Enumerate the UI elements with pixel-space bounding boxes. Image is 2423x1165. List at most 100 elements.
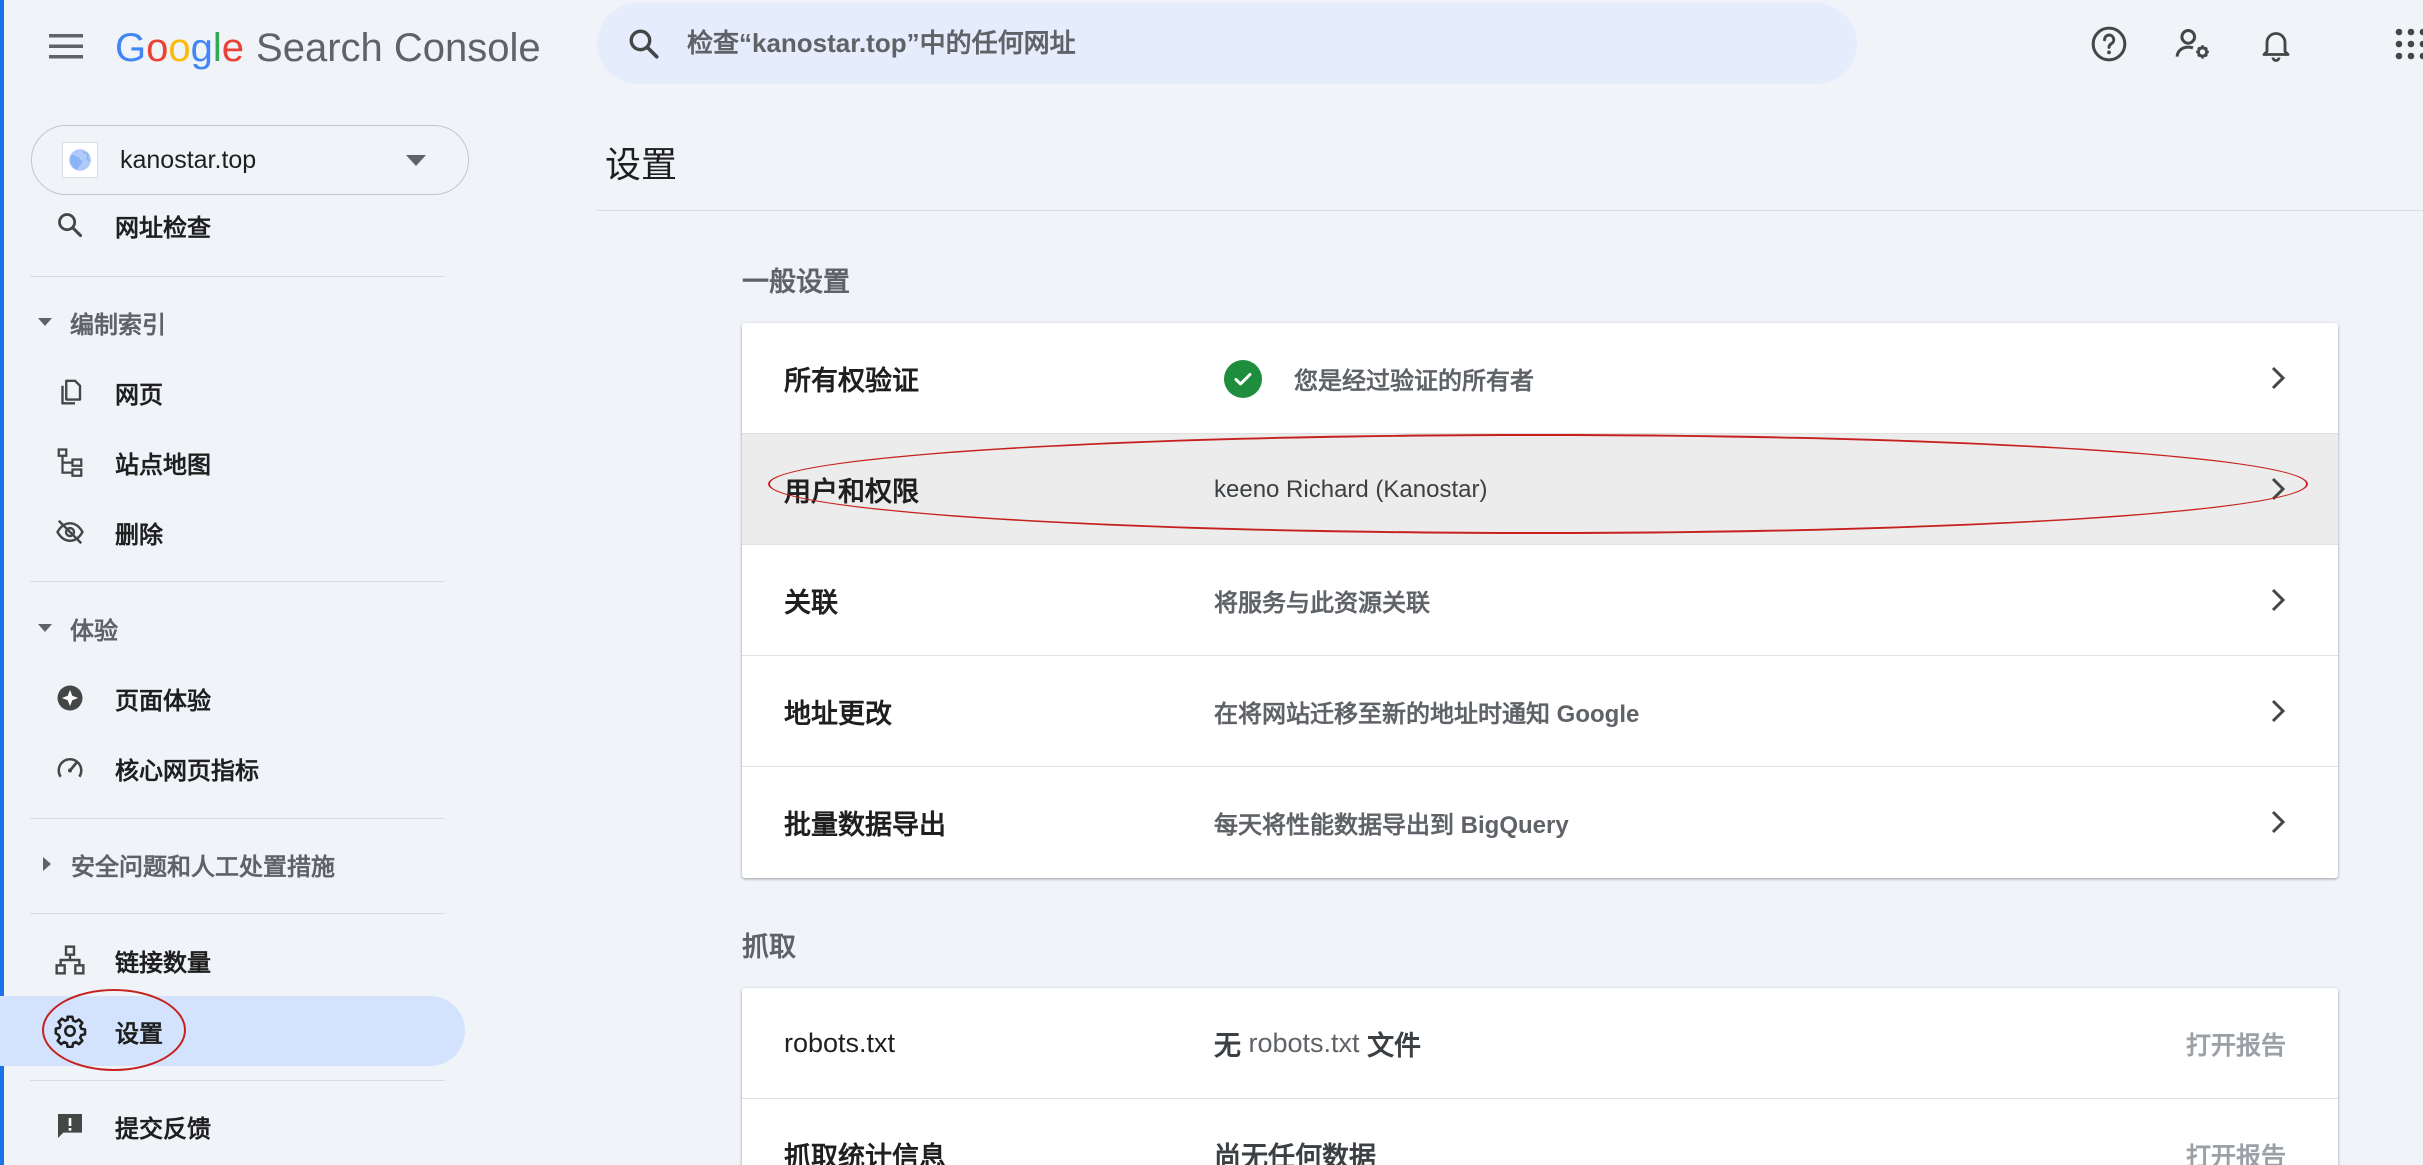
chevron-right-icon — [2260, 693, 2296, 729]
sidebar-item-label: 提交反馈 — [115, 1115, 211, 1143]
chevron-right-icon — [2260, 360, 2296, 396]
row-description: 您是经过验证的所有者 — [1216, 323, 1534, 434]
manage-accounts-icon — [2175, 29, 2209, 59]
search-console-logo[interactable]: Google Search Console — [115, 20, 541, 76]
settings-row-robots-txt[interactable]: robots.txt 无 robots.txt 文件 打开报告 — [742, 988, 2338, 1099]
settings-row-users-permissions[interactable]: 用户和权限 keeno Richard (Kanostar) — [742, 434, 2338, 545]
sitemap-icon — [52, 444, 88, 480]
help-icon — [2091, 26, 2127, 62]
sidebar-item-links[interactable]: 链接数量 — [0, 925, 465, 995]
property-selector[interactable]: kanostar.top — [31, 125, 469, 195]
bell-icon — [2262, 32, 2290, 62]
row-title: 地址更改 — [784, 699, 892, 729]
sidebar-item-label: 核心网页指标 — [115, 757, 259, 785]
chevron-right-icon — [2260, 804, 2296, 840]
crawl-heading: 抓取 — [742, 932, 796, 962]
sidebar-item-label: 设置 — [115, 1020, 163, 1048]
logo-letter: G — [115, 25, 147, 70]
row-title: 抓取统计信息 — [784, 1142, 946, 1165]
main-menu-button[interactable] — [40, 20, 92, 72]
settings-row-change-of-address[interactable]: 地址更改 在将网站迁移至新的地址时通知 Google — [742, 656, 2338, 767]
sidebar-section-label: 编制索引 — [70, 311, 166, 339]
general-settings-heading: 一般设置 — [742, 267, 850, 297]
row-title: 所有权验证 — [784, 366, 919, 396]
page-title: 设置 — [605, 144, 678, 185]
apps-button[interactable] — [2383, 16, 2423, 72]
logo-letter: e — [221, 25, 245, 70]
sidebar-divider — [30, 818, 445, 819]
row-description: keeno Richard (Kanostar) — [1214, 475, 1488, 503]
row-description: 无 robots.txt 文件 — [1214, 988, 1421, 1099]
row-title: robots.txt — [784, 1028, 896, 1058]
settings-row-crawl-stats[interactable]: 抓取统计信息 尚无任何数据 打开报告 — [742, 1099, 2338, 1165]
crawl-settings-card: robots.txt 无 robots.txt 文件 打开报告 抓取统计信息 尚… — [742, 988, 2338, 1165]
property-name: kanostar.top — [120, 145, 257, 174]
verified-check-icon — [1224, 359, 1262, 398]
gear-icon — [52, 1013, 88, 1049]
sidebar-item-label: 网页 — [115, 381, 163, 409]
sidebar-item-feedback[interactable]: 提交反馈 — [0, 1091, 465, 1161]
row-title: 批量数据导出 — [784, 810, 946, 840]
hamburger-icon — [49, 34, 83, 59]
row-description-text: 您是经过验证的所有者 — [1294, 368, 1534, 395]
page-experience-icon — [52, 680, 88, 716]
sidebar-divider — [30, 1080, 445, 1081]
row-description-prefix: 无 — [1214, 1031, 1241, 1061]
search-icon — [629, 29, 659, 59]
sidebar-divider — [30, 913, 445, 914]
row-description: 尚无任何数据 — [1214, 1142, 1376, 1165]
sidebar-section-experience[interactable]: 体验 — [30, 603, 118, 653]
settings-row-bulk-export[interactable]: 批量数据导出 每天将性能数据导出到 BigQuery — [742, 767, 2338, 878]
open-report-link[interactable]: 打开报告 — [2186, 988, 2286, 1099]
dropdown-arrow-icon — [406, 155, 426, 166]
sidebar-item-core-web-vitals[interactable]: 核心网页指标 — [0, 733, 465, 803]
apps-grid-icon — [2395, 28, 2423, 60]
collapse-arrow-icon — [38, 624, 52, 632]
feedback-icon — [52, 1108, 88, 1144]
product-name: Search Console — [256, 25, 541, 70]
row-description-suffix: 文件 — [1367, 1031, 1422, 1061]
sidebar-item-label: 删除 — [115, 521, 163, 549]
sidebar-section-indexing[interactable]: 编制索引 — [30, 297, 166, 347]
sidebar-divider — [30, 276, 445, 277]
visibility-off-icon — [52, 514, 88, 550]
sidebar-item-label: 站点地图 — [115, 451, 211, 479]
notifications-button[interactable] — [2248, 16, 2304, 72]
sidebar-item-label: 页面体验 — [115, 687, 211, 715]
row-description: 在将网站迁移至新的地址时通知 Google — [1214, 701, 1640, 728]
header-divider — [597, 210, 2423, 211]
chevron-right-icon — [2260, 582, 2296, 618]
sidebar-item-url-inspection[interactable]: 网址检查 — [0, 190, 465, 260]
sidebar-item-removals[interactable]: 删除 — [0, 497, 465, 567]
sidebar-item-page-experience[interactable]: 页面体验 — [0, 663, 465, 733]
sidebar-section-label: 体验 — [70, 617, 118, 645]
sidebar-item-label: 链接数量 — [115, 949, 211, 977]
open-report-link[interactable]: 打开报告 — [2186, 1099, 2286, 1165]
sidebar-item-settings[interactable]: 设置 — [0, 996, 465, 1066]
collapse-arrow-icon — [38, 318, 52, 326]
app-header: Google Search Console — [0, 0, 2423, 110]
sidebar-item-sitemaps[interactable]: 站点地图 — [0, 427, 465, 497]
logo-letter: o — [146, 25, 169, 70]
chevron-right-icon — [2260, 471, 2296, 507]
row-description: 每天将性能数据导出到 BigQuery — [1214, 812, 1569, 839]
logo-letter: l — [212, 25, 222, 70]
logo-letter: o — [168, 25, 191, 70]
url-inspection-search[interactable] — [597, 3, 1857, 84]
settings-row-ownership[interactable]: 所有权验证 您是经过验证的所有者 — [742, 323, 2338, 434]
pages-icon — [52, 374, 88, 410]
sidebar-section-label: 安全问题和人工处置措施 — [71, 853, 335, 881]
expand-arrow-icon — [43, 857, 51, 871]
search-input[interactable] — [687, 28, 1787, 59]
settings-row-associations[interactable]: 关联 将服务与此资源关联 — [742, 545, 2338, 656]
sidebar-section-security[interactable]: 安全问题和人工处置措施 — [30, 839, 335, 889]
row-title: 关联 — [784, 588, 838, 618]
account-settings-button[interactable] — [2165, 16, 2221, 72]
row-description: 将服务与此资源关联 — [1214, 590, 1430, 617]
sidebar-item-pages[interactable]: 网页 — [0, 357, 465, 427]
speed-gauge-icon — [52, 750, 88, 786]
sidebar-divider — [30, 581, 445, 582]
help-button[interactable] — [2081, 16, 2137, 72]
logo-letter: g — [190, 25, 213, 70]
general-settings-card: 所有权验证 您是经过验证的所有者 用户和权限 keeno Richard (Ka… — [742, 323, 2338, 878]
